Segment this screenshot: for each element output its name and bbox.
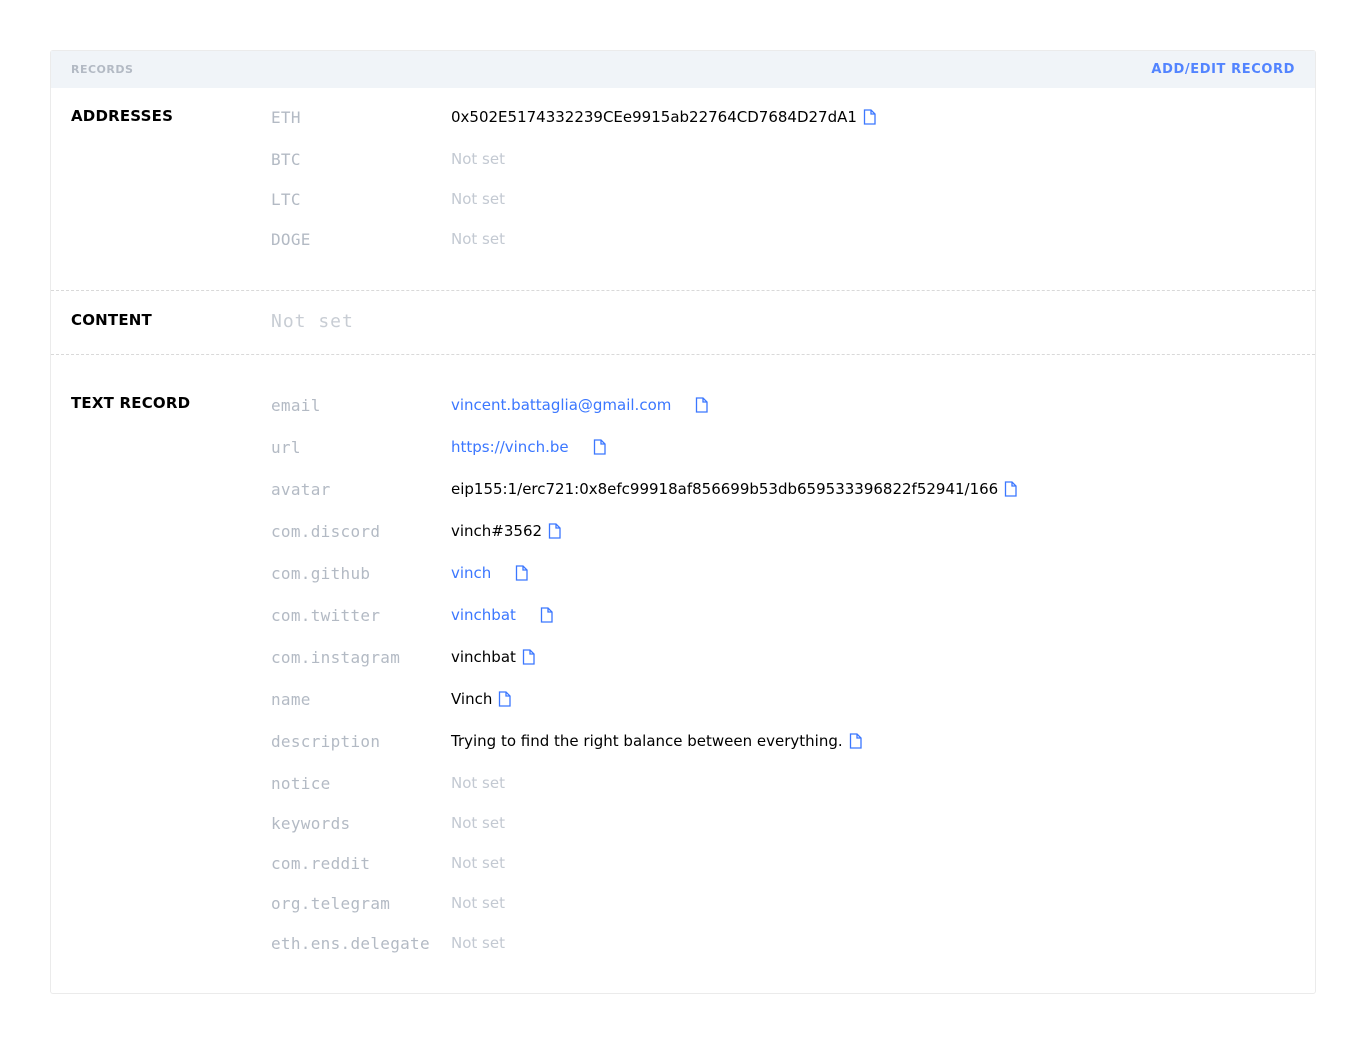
address-row-btc: BTC Not set <box>271 146 1315 172</box>
record-value: Not set <box>451 854 505 872</box>
text-row-discord: com.discord vinch#3562 <box>271 518 1315 544</box>
record-value: https://vinch.be <box>451 438 606 456</box>
record-value: Not set <box>451 230 505 248</box>
text-row-instagram: com.instagram vinchbat <box>271 644 1315 670</box>
record-key: com.discord <box>271 521 381 541</box>
record-key: DOGE <box>271 229 311 249</box>
record-key: avatar <box>271 479 331 499</box>
record-value: Not set <box>451 814 505 832</box>
github-link[interactable]: vinch <box>451 564 491 582</box>
record-key: com.github <box>271 563 371 583</box>
record-key: com.twitter <box>271 605 381 625</box>
text-row-keywords: keywords Not set <box>271 810 1315 836</box>
records-card: RECORDS ADD/EDIT RECORD ADDRESSES ETH 0x… <box>50 50 1316 994</box>
addresses-title: ADDRESSES <box>71 107 174 125</box>
record-key: email <box>271 395 321 415</box>
record-value: 0x502E5174332239CEe9915ab22764CD7684D27d… <box>451 108 876 126</box>
copy-icon[interactable] <box>498 691 512 707</box>
record-value: Not set <box>451 150 505 168</box>
content-title: CONTENT <box>71 311 152 329</box>
address-row-doge: DOGE Not set <box>271 226 1315 252</box>
text-row-notice: notice Not set <box>271 770 1315 796</box>
content-row: Not set <box>271 308 1315 334</box>
url-link[interactable]: https://vinch.be <box>451 438 569 456</box>
text-row-email: email vincent.battaglia@gmail.com <box>271 392 1315 418</box>
text-row-delegate: eth.ens.delegate Not set <box>271 930 1315 956</box>
copy-icon[interactable] <box>593 439 606 455</box>
record-value-text[interactable]: vinch#3562 <box>451 522 542 540</box>
text-record-section: TEXT RECORD email vincent.battaglia@gmai… <box>51 355 1315 993</box>
copy-icon[interactable] <box>1004 481 1017 497</box>
content-value: Not set <box>271 310 354 332</box>
record-key: url <box>271 437 301 457</box>
record-value-text[interactable]: Trying to find the right balance between… <box>451 732 843 750</box>
text-row-description: description Trying to find the right bal… <box>271 728 1315 754</box>
record-value: Not set <box>451 190 505 208</box>
records-header: RECORDS ADD/EDIT RECORD <box>51 51 1315 88</box>
copy-icon[interactable] <box>863 109 876 125</box>
record-value: vinchbat <box>451 606 553 624</box>
record-value: Not set <box>451 934 505 952</box>
record-key: BTC <box>271 149 301 169</box>
text-row-avatar: avatar eip155:1/erc721:0x8efc99918af8566… <box>271 476 1315 502</box>
record-key: com.reddit <box>271 853 371 873</box>
email-link[interactable]: vincent.battaglia@gmail.com <box>451 396 671 414</box>
copy-icon[interactable] <box>540 607 553 623</box>
copy-icon[interactable] <box>548 523 561 539</box>
record-key: notice <box>271 773 331 793</box>
record-value: Not set <box>451 774 505 792</box>
copy-icon[interactable] <box>522 649 535 665</box>
twitter-link[interactable]: vinchbat <box>451 606 516 624</box>
text-row-github: com.github vinch <box>271 560 1315 586</box>
record-key: eth.ens.delegate <box>271 933 430 953</box>
record-key: org.telegram <box>271 893 391 913</box>
text-row-reddit: com.reddit Not set <box>271 850 1315 876</box>
addresses-section: ADDRESSES ETH 0x502E5174332239CEe9915ab2… <box>51 88 1315 291</box>
copy-icon[interactable] <box>695 397 709 413</box>
record-value: Trying to find the right balance between… <box>451 732 862 750</box>
record-value-text[interactable]: vinchbat <box>451 648 516 666</box>
text-row-twitter: com.twitter vinchbat <box>271 602 1315 628</box>
text-row-name: name Vinch <box>271 686 1315 712</box>
copy-icon[interactable] <box>849 733 862 749</box>
record-value-text[interactable]: Vinch <box>451 690 492 708</box>
record-key: keywords <box>271 813 351 833</box>
text-row-telegram: org.telegram Not set <box>271 890 1315 916</box>
text-row-url: url https://vinch.be <box>271 434 1315 460</box>
record-key: com.instagram <box>271 647 401 667</box>
address-row-eth: ETH 0x502E5174332239CEe9915ab22764CD7684… <box>271 104 1315 130</box>
record-value-text[interactable]: 0x502E5174332239CEe9915ab22764CD7684D27d… <box>451 108 857 126</box>
records-title: RECORDS <box>71 63 134 76</box>
record-value: eip155:1/erc721:0x8efc99918af856699b53db… <box>451 480 1017 498</box>
copy-icon[interactable] <box>515 565 528 581</box>
add-edit-record-button[interactable]: ADD/EDIT RECORD <box>1151 62 1295 77</box>
record-value: vincent.battaglia@gmail.com <box>451 396 709 414</box>
record-key: name <box>271 689 311 709</box>
record-key: description <box>271 731 381 751</box>
record-value: Not set <box>451 894 505 912</box>
text-record-title: TEXT RECORD <box>71 394 191 412</box>
record-value: vinchbat <box>451 648 535 666</box>
record-value: vinch#3562 <box>451 522 561 540</box>
content-section: CONTENT Not set <box>51 291 1315 355</box>
record-key: LTC <box>271 189 301 209</box>
record-value: Vinch <box>451 690 512 708</box>
record-value-text[interactable]: eip155:1/erc721:0x8efc99918af856699b53db… <box>451 480 998 498</box>
address-row-ltc: LTC Not set <box>271 186 1315 212</box>
record-value: vinch <box>451 564 528 582</box>
record-key: ETH <box>271 107 301 127</box>
